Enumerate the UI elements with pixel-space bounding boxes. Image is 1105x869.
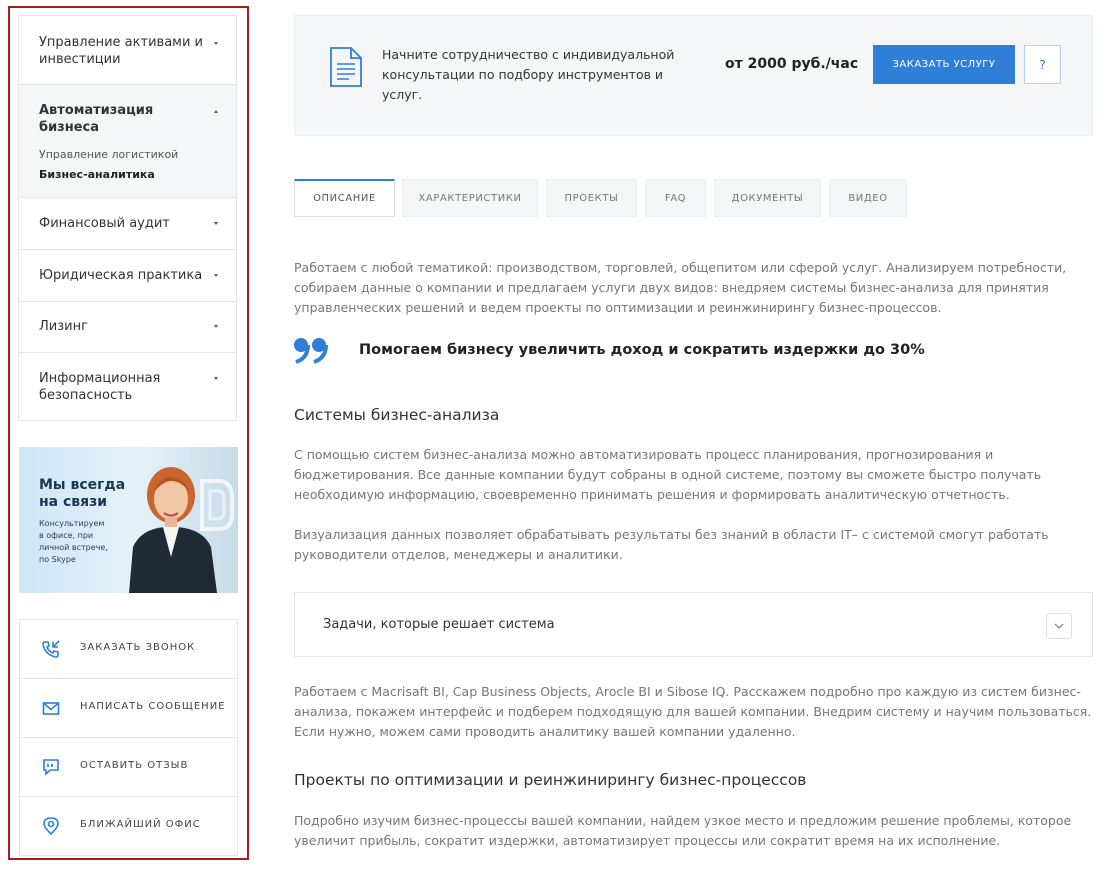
document-icon [330, 47, 362, 87]
quote-icon [294, 338, 328, 364]
submenu-item-business-analytics[interactable]: Бизнес-аналитика [39, 168, 155, 182]
help-button[interactable]: ? [1024, 45, 1061, 84]
request-call-button[interactable]: ЗАКАЗАТЬ ЗВОНОК [20, 620, 237, 679]
tab-description[interactable]: ОПИСАНИЕ [294, 179, 395, 217]
consultation-promo: Начните сотрудничество с индивидуальной … [294, 15, 1093, 136]
banner-title: Мы всегда на связи [39, 477, 126, 510]
sidebar-item-label: Юридическая практика [39, 268, 203, 283]
tab-video[interactable]: ВИДЕО [829, 179, 907, 217]
map-pin-icon [43, 817, 59, 835]
sidebar-item-infosec[interactable]: Информационная безопасность [19, 353, 236, 420]
action-label: НАПИСАТЬ СООБЩЕНИЕ [80, 701, 226, 712]
accordion-toggle-button[interactable] [1046, 613, 1072, 639]
submenu-item-logistics[interactable]: Управление логистикой [39, 148, 178, 162]
accordion-title: Задачи, которые решает система [323, 617, 555, 632]
consultant-photo [129, 467, 217, 593]
chevron-down-icon [214, 274, 218, 277]
sidebar-item-leasing[interactable]: Лизинг [19, 302, 236, 353]
sidebar-item-legal[interactable]: Юридическая практика [19, 250, 236, 302]
write-message-button[interactable]: НАПИСАТЬ СООБЩЕНИЕ [20, 679, 237, 738]
sidebar-item-label: Автоматизация бизнеса [39, 103, 154, 135]
chevron-down-icon [214, 42, 218, 45]
action-label: ЗАКАЗАТЬ ЗВОНОК [80, 642, 196, 653]
envelope-icon [42, 702, 60, 715]
intro-paragraph: Работаем с любой тематикой: производство… [294, 260, 1067, 315]
section-heading-optimization: Проекты по оптимизации и реинжинирингу б… [294, 771, 807, 789]
chevron-down-icon [214, 377, 218, 380]
chevron-up-icon [214, 110, 218, 113]
leave-review-button[interactable]: ОСТАВИТЬ ОТЗЫВ [20, 738, 237, 797]
tasks-accordion[interactable]: Задачи, которые решает система [294, 592, 1093, 657]
order-service-button[interactable]: ЗАКАЗАТЬ УСЛУГУ [873, 45, 1015, 84]
action-label: БЛИЖАЙШИЙ ОФИС [80, 819, 201, 830]
contact-banner[interactable]: Мы всегда на связи Консультируем в офисе… [19, 447, 238, 593]
review-bubble-icon [43, 759, 59, 776]
phone-callback-icon [42, 640, 60, 658]
sidebar-item-asset-management[interactable]: Управление активами и инвестиции [19, 16, 236, 85]
section-heading-bi-systems: Системы бизнес-анализа [294, 406, 500, 424]
chevron-down-icon [214, 222, 218, 225]
banner-subtitle: Консультируем в офисе, при личной встреч… [39, 519, 108, 564]
sidebar-item-financial-audit[interactable]: Финансовый аудит [19, 198, 236, 250]
contact-actions: ЗАКАЗАТЬ ЗВОНОК НАПИСАТЬ СООБЩЕНИЕ ОСТАВ… [19, 619, 238, 856]
sidebar-item-business-automation[interactable]: Автоматизация бизнеса Управление логисти… [19, 85, 236, 198]
tab-characteristics[interactable]: ХАРАКТЕРИСТИКИ [402, 179, 538, 217]
systems-paragraph: Работаем с Macrisaft BI, Cap Business Ob… [294, 684, 1092, 739]
bi-paragraph-2: Визуализация данных позволяет обрабатыва… [294, 527, 1049, 562]
optimization-paragraph: Подробно изучим бизнес-процессы вашей ко… [294, 813, 1072, 848]
action-label: ОСТАВИТЬ ОТЗЫВ [80, 760, 189, 771]
bi-paragraph-1: С помощью систем бизнес-анализа можно ав… [294, 447, 1042, 502]
promo-text: Начните сотрудничество с индивидуальной … [382, 47, 675, 102]
sidebar-item-label: Информационная безопасность [39, 371, 161, 403]
sidebar-item-label: Управление активами и инвестиции [39, 35, 203, 67]
nearest-office-button[interactable]: БЛИЖАЙШИЙ ОФИС [20, 797, 237, 855]
tab-projects[interactable]: ПРОЕКТЫ [546, 179, 637, 217]
chevron-down-icon [1054, 623, 1064, 629]
tab-faq[interactable]: FAQ [645, 179, 706, 217]
sidebar-item-label: Финансовый аудит [39, 216, 170, 231]
sidebar-menu: Управление активами и инвестиции Автомат… [18, 15, 237, 421]
tab-documents[interactable]: ДОКУМЕНТЫ [714, 179, 821, 217]
quote-text: Помогаем бизнесу увеличить доход и сокра… [359, 342, 925, 358]
chevron-down-icon [214, 325, 218, 328]
price-label: от 2000 руб./час [725, 56, 859, 72]
sidebar-item-label: Лизинг [39, 319, 88, 334]
